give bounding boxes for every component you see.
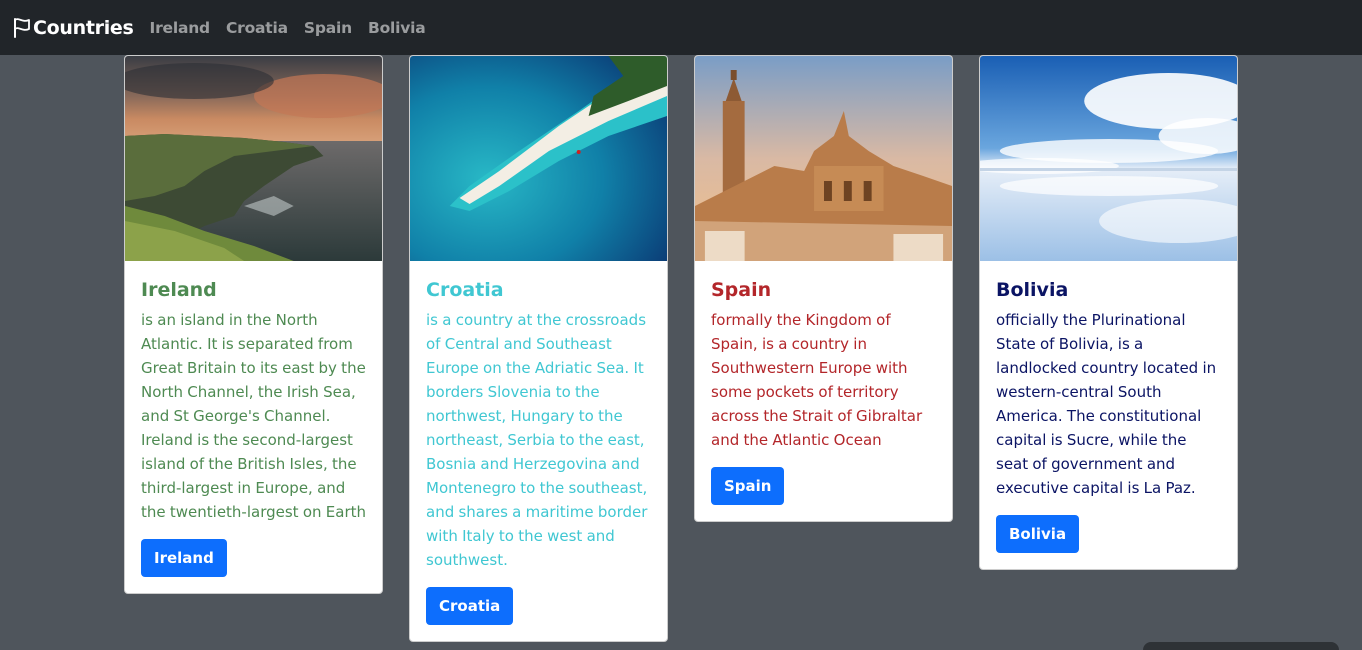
ireland-button[interactable]: Ireland bbox=[141, 538, 227, 577]
flag-icon bbox=[14, 17, 30, 38]
bolivia-salt-flat-image bbox=[980, 56, 1237, 261]
nav-link-spain[interactable]: Spain bbox=[304, 19, 352, 37]
card-title: Spain bbox=[711, 279, 772, 301]
card-text: is an island in the North Atlantic. It i… bbox=[141, 310, 367, 521]
card-body: Bolivia officially the Plurinational Sta… bbox=[980, 261, 1237, 569]
ireland-cliffs-image bbox=[125, 56, 382, 261]
card-title: Ireland bbox=[141, 279, 217, 301]
card-ireland: Ireland is an island in the North Atlant… bbox=[124, 55, 383, 594]
brand-label: Countries bbox=[33, 16, 134, 39]
card-croatia: Croatia is a country at the crossroads o… bbox=[409, 55, 668, 642]
card-bolivia: Bolivia officially the Plurinational Sta… bbox=[979, 55, 1238, 570]
card-title: Croatia bbox=[426, 279, 504, 301]
page-edge-element bbox=[1143, 642, 1339, 650]
spain-cathedral-image bbox=[695, 56, 952, 261]
nav-link-ireland[interactable]: Ireland bbox=[150, 19, 211, 37]
card-text: formally the Kingdom of Spain, is a coun… bbox=[711, 310, 923, 449]
card-body: Croatia is a country at the crossroads o… bbox=[410, 261, 667, 641]
card-title: Bolivia bbox=[996, 279, 1069, 301]
card-body: Spain formally the Kingdom of Spain, is … bbox=[695, 261, 952, 521]
nav-link-croatia[interactable]: Croatia bbox=[226, 19, 288, 37]
croatia-button[interactable]: Croatia bbox=[426, 586, 514, 625]
navbar-brand[interactable]: Countries bbox=[12, 17, 134, 39]
card-body: Ireland is an island in the North Atlant… bbox=[125, 261, 382, 593]
croatia-beach-image bbox=[410, 56, 667, 261]
card-spain: Spain formally the Kingdom of Spain, is … bbox=[694, 55, 953, 522]
nav-links: Ireland Croatia Spain Bolivia bbox=[150, 19, 442, 37]
card-text: is a country at the crossroads of Centra… bbox=[426, 310, 648, 569]
card-text: officially the Plurinational State of Bo… bbox=[996, 310, 1217, 497]
bolivia-button[interactable]: Bolivia bbox=[996, 514, 1080, 553]
nav-link-bolivia[interactable]: Bolivia bbox=[368, 19, 426, 37]
spain-button[interactable]: Spain bbox=[711, 466, 785, 505]
navbar: Countries Ireland Croatia Spain Bolivia bbox=[0, 0, 1362, 55]
